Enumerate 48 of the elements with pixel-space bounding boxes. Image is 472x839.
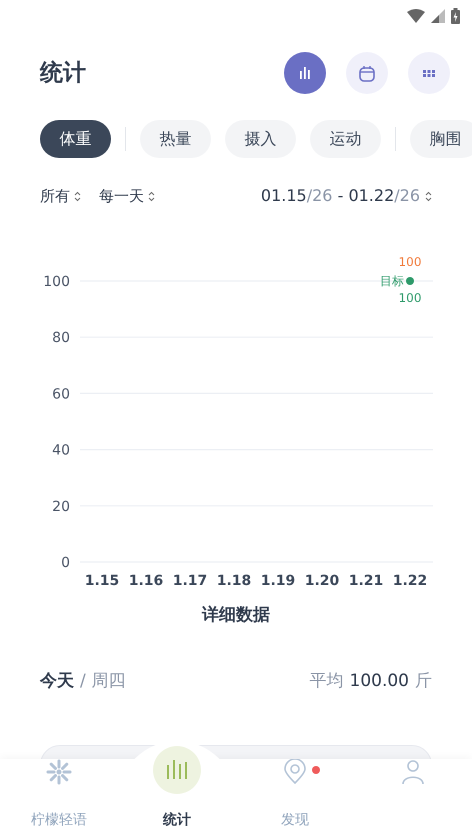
tab[interactable]: 摄入 [225, 120, 296, 158]
day-label: 今天 [40, 670, 74, 693]
x-axis-label: 1.21 [348, 573, 384, 589]
y-axis-label: 100 [43, 274, 70, 290]
x-axis-label: 1.17 [172, 573, 208, 589]
average-label: 平均 [310, 670, 344, 693]
tab[interactable]: 体重 [40, 120, 111, 158]
wifi-icon [407, 9, 425, 23]
tab[interactable]: 胸围 [410, 120, 472, 158]
annotation-label: 100 [398, 255, 422, 269]
battery-icon [451, 8, 460, 24]
sparkle-icon [46, 759, 72, 785]
person-icon [400, 759, 426, 785]
sort-icon [74, 190, 81, 202]
calendar-button[interactable] [346, 52, 388, 94]
grid-button[interactable] [408, 52, 450, 94]
y-axis-label: 60 [52, 386, 70, 402]
x-axis-label: 1.15 [84, 573, 120, 589]
y-axis-label: 80 [52, 330, 70, 346]
y-axis-label: 0 [61, 555, 70, 571]
series-label: 目标 [380, 274, 404, 288]
sort-icon [148, 190, 155, 202]
x-axis-label: 1.22 [392, 573, 428, 589]
sort-icon [425, 190, 432, 202]
filter-dropdown[interactable]: 所有 [40, 184, 81, 208]
tab[interactable]: 运动 [310, 120, 381, 158]
y-axis-label: 20 [52, 498, 70, 515]
page-title: 统计 [40, 58, 87, 88]
value-label: 100 [398, 291, 422, 305]
x-axis-label: 1.16 [128, 573, 164, 589]
x-axis-label: 1.19 [260, 573, 296, 589]
weekday-label: 周四 [92, 670, 126, 693]
signal-icon [431, 9, 445, 23]
average-value: 100.00 [350, 670, 409, 693]
bar-chart-icon [299, 66, 311, 80]
y-axis-label: 40 [52, 442, 70, 459]
filter-dropdown[interactable]: 每一天 [99, 184, 155, 208]
x-axis-label: 1.20 [304, 573, 340, 589]
calendar-icon [359, 64, 375, 82]
tab[interactable]: 热量 [140, 120, 211, 158]
bar-chart-button[interactable] [284, 52, 326, 94]
section-title: 详细数据 [200, 604, 271, 627]
separator-text: / [80, 670, 86, 693]
grid-icon [422, 69, 436, 77]
location-pin-icon [282, 759, 308, 785]
date-range-dropdown[interactable]: 01.15/26 - 01.22/26 [260, 184, 432, 208]
x-axis-label: 1.18 [216, 573, 252, 589]
unit-label: 斤 [415, 670, 432, 693]
